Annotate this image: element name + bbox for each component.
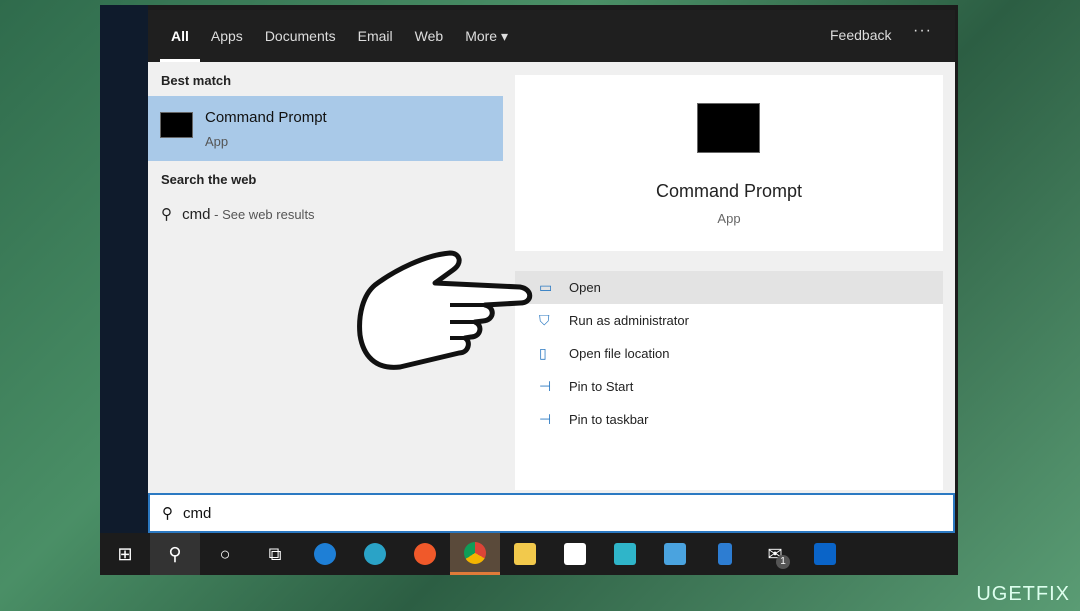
store-icon[interactable] [550,533,600,575]
app-icon[interactable] [650,533,700,575]
taskbar: ⊞ ⚲ ○ ⧉ ✉ 1 [100,533,958,575]
pin-icon: ⊣ [539,411,552,427]
action-label: Open [569,280,601,295]
chrome-icon[interactable] [450,533,500,575]
preview-panel: Command Prompt App ▭ Open ⛉ Run as adminis… [515,75,943,490]
pin-icon: ⊣ [539,378,552,394]
action-pin-to-start[interactable]: ⊣ Pin to Start [515,370,943,403]
start-side-strip [100,5,148,533]
preview-title: Command Prompt [655,181,803,201]
pointing-hand-icon [357,250,533,370]
shield-icon: ⛉ [539,312,550,328]
command-prompt-large-icon [697,103,760,153]
command-prompt-icon [160,112,193,138]
tab-more[interactable]: More ▾ [454,10,519,62]
open-icon: ▭ [539,279,553,295]
search-icon: ⚲ [162,505,173,522]
best-match-item[interactable]: Command Prompt App [148,96,503,161]
action-run-as-admin[interactable]: ⛉ Run as administrator [515,304,943,337]
best-match-header: Best match [161,73,232,88]
windows-start-icon[interactable]: ⊞ [100,533,150,575]
search-web-header: Search the web [161,172,257,187]
search-icon[interactable]: ⚲ [150,533,200,575]
action-open[interactable]: ▭ Open [515,271,943,304]
action-label: Pin to Start [569,379,634,394]
action-open-file-location[interactable]: ▯ Open file location [515,337,943,370]
tab-web[interactable]: Web [404,10,455,62]
edge-beta-icon[interactable] [350,533,400,575]
best-title: Command Prompt [205,109,327,126]
feedback-button[interactable]: Feedback [830,27,891,43]
mail-icon[interactable]: ✉ 1 [750,533,800,575]
tab-documents[interactable]: Documents [254,10,347,62]
cortana-icon[interactable]: ○ [200,533,250,575]
folder-icon: ▯ [539,345,547,361]
search-box[interactable]: ⚲ cmd [148,493,955,533]
app-icon[interactable] [600,533,650,575]
action-label: Open file location [569,346,670,361]
tab-email[interactable]: Email [347,10,404,62]
file-explorer-icon[interactable] [500,533,550,575]
web-query: cmd [182,206,211,223]
edge-icon[interactable] [300,533,350,575]
tab-all[interactable]: All [160,10,200,62]
tab-apps[interactable]: Apps [200,10,254,62]
search-icon: ⚲ [161,206,172,223]
watermark: UGETFIX [976,583,1070,605]
preview-sub: App [717,211,741,226]
mail-badge: 1 [776,555,790,569]
separator [515,251,943,271]
outlook-icon[interactable] [800,533,850,575]
teams-icon[interactable] [700,533,750,575]
action-pin-to-taskbar[interactable]: ⊣ Pin to taskbar [515,403,943,436]
best-sub: App [205,134,229,149]
task-view-icon[interactable]: ⧉ [250,533,300,575]
action-label: Pin to taskbar [569,412,649,427]
action-label: Run as administrator [569,313,689,328]
more-options-icon[interactable]: ··· [913,22,932,40]
web-result[interactable]: ⚲ cmd - See web results [161,205,315,223]
web-suffix: - See web results [210,207,315,222]
search-input[interactable]: cmd [183,505,211,522]
firefox-icon[interactable] [400,533,450,575]
